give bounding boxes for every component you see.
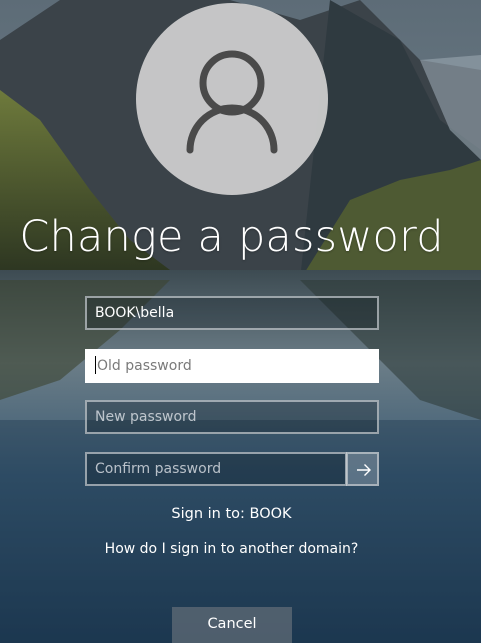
new-password-field[interactable]: New password: [85, 400, 379, 434]
confirm-password-field[interactable]: Confirm password: [85, 452, 347, 486]
user-icon: [186, 50, 278, 154]
user-avatar: [136, 3, 328, 195]
text-caret: [95, 355, 96, 374]
sign-in-to-label: Sign in to: BOOK: [171, 506, 292, 522]
page-title: Change a password: [19, 212, 444, 262]
username-field[interactable]: BOOK\bella: [85, 296, 379, 330]
arrow-right-icon: [357, 464, 371, 476]
username-value: BOOK\bella: [95, 305, 175, 321]
old-password-field[interactable]: Old password: [85, 349, 379, 383]
cancel-button[interactable]: Cancel: [172, 607, 292, 643]
other-domain-link[interactable]: How do I sign in to another domain?: [0, 541, 463, 557]
new-password-placeholder: New password: [95, 409, 197, 425]
old-password-placeholder: Old password: [97, 358, 192, 374]
confirm-password-placeholder: Confirm password: [95, 461, 222, 477]
submit-button[interactable]: [346, 452, 379, 486]
